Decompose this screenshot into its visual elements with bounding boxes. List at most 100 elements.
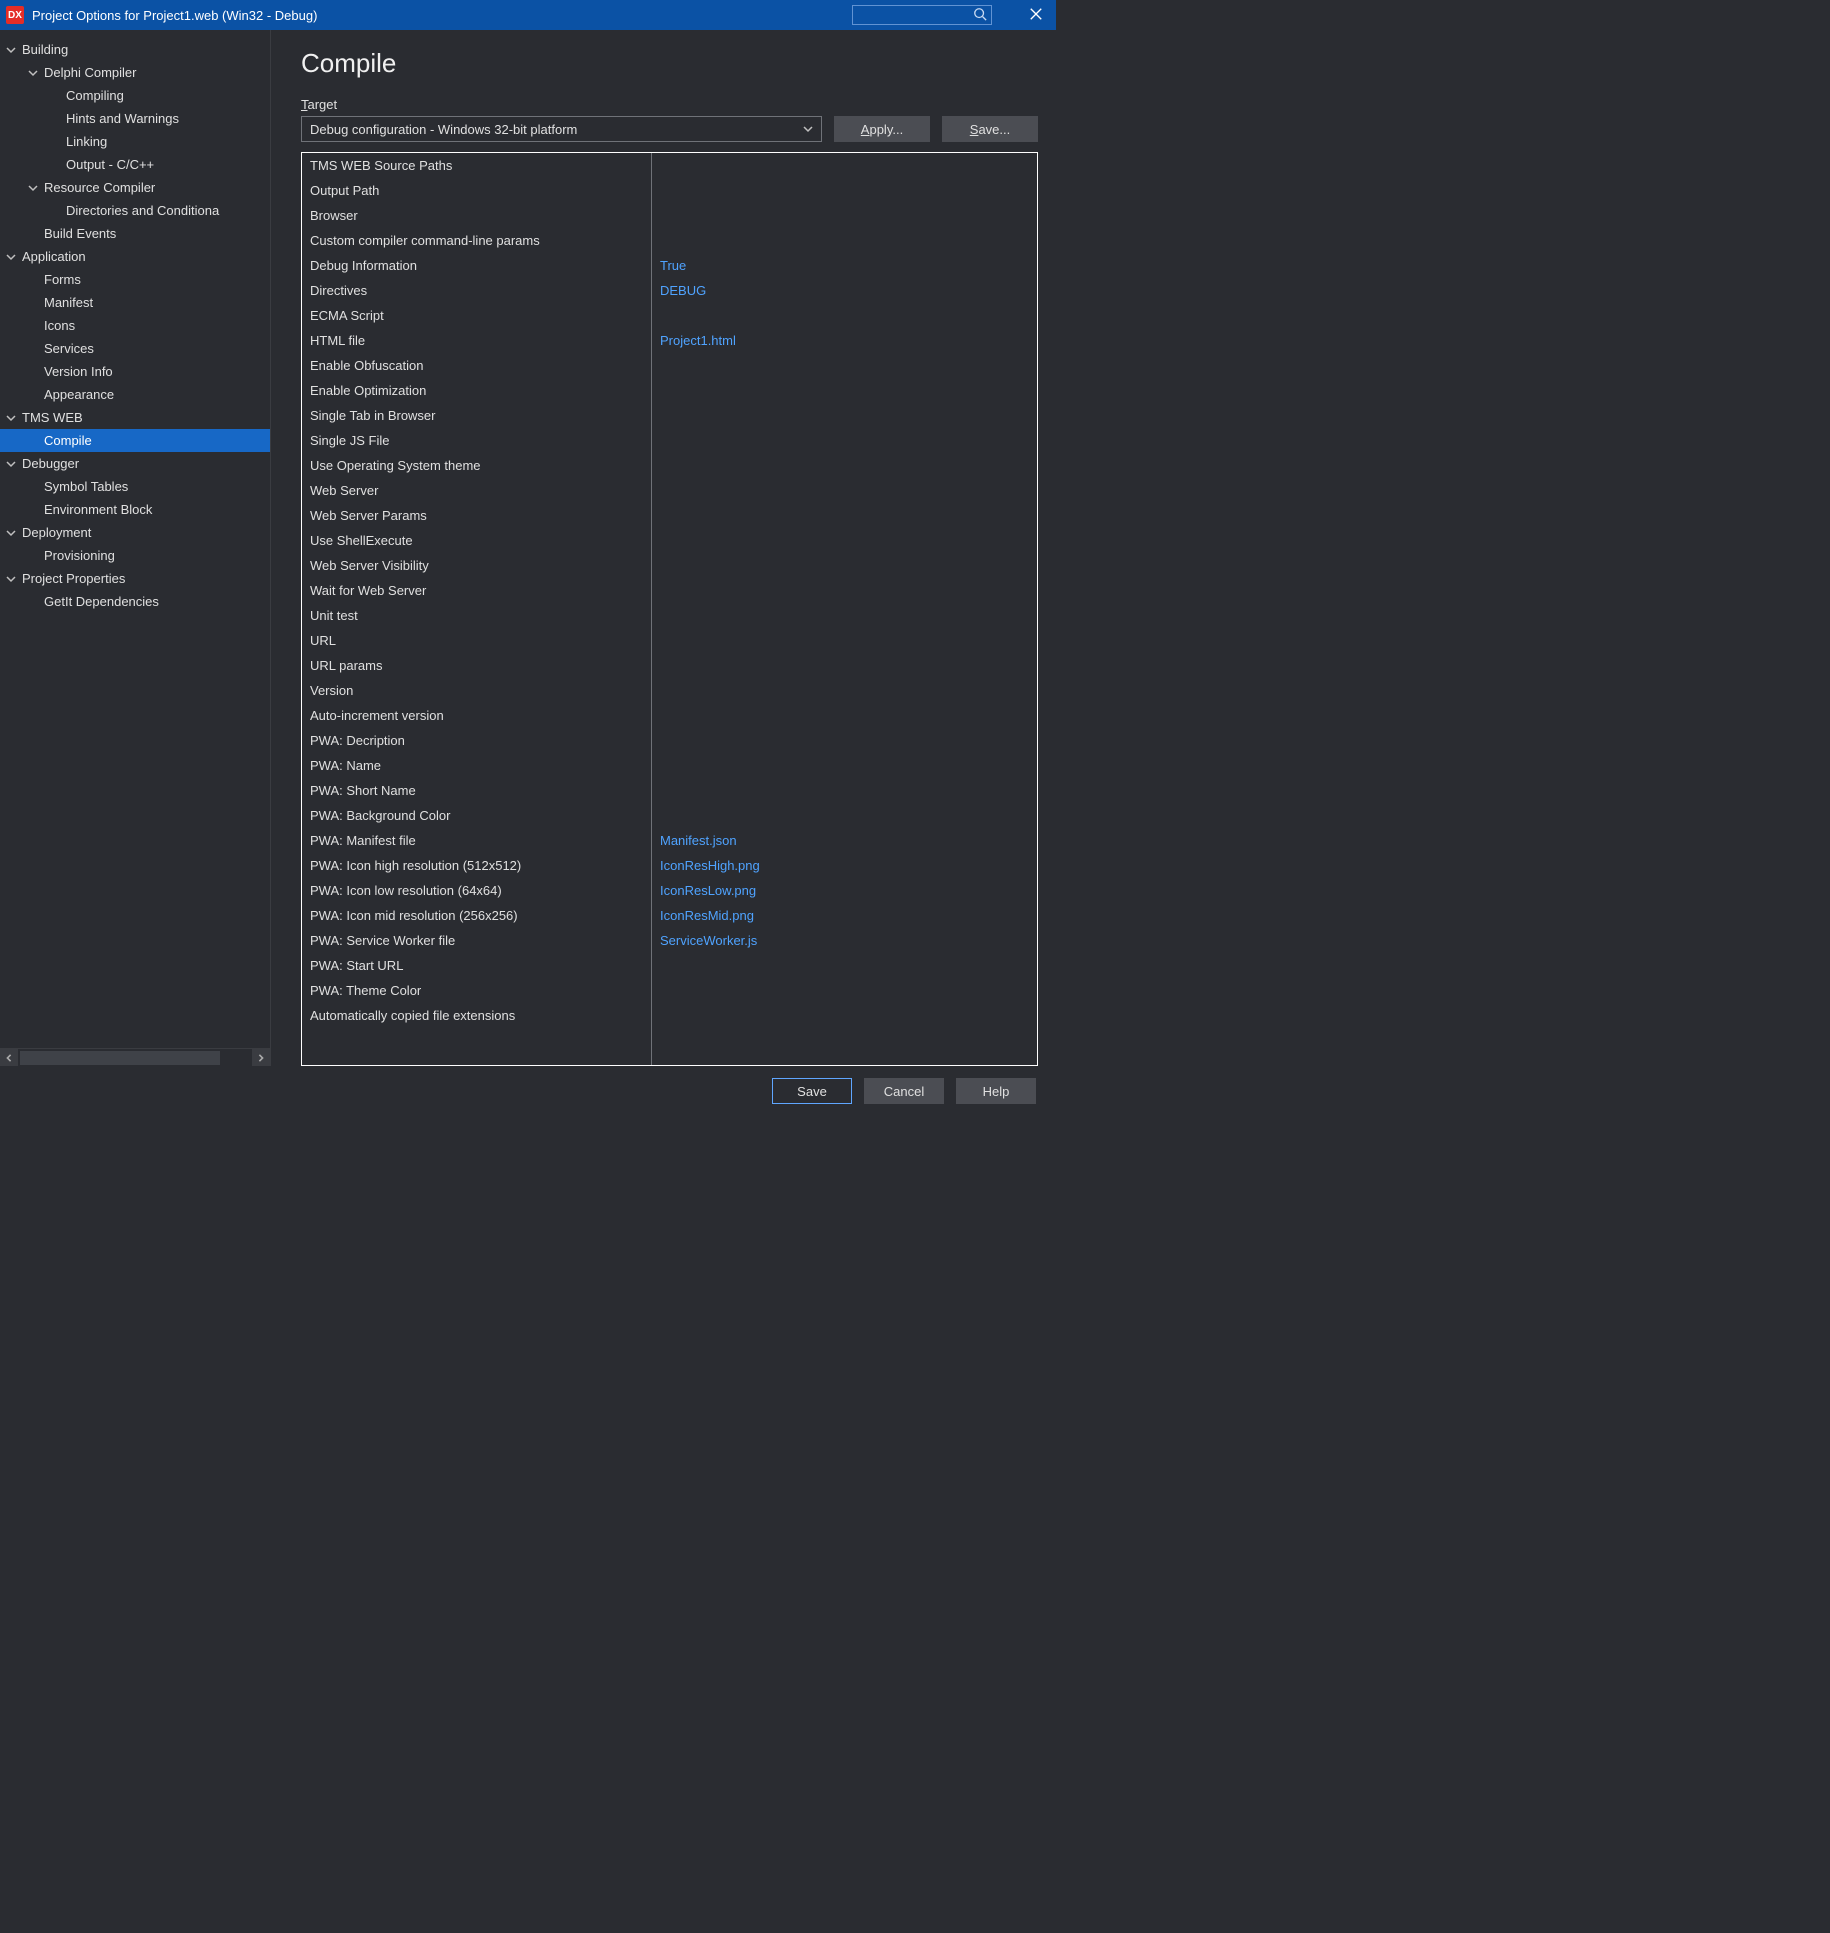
nav-item-building[interactable]: Building <box>0 38 270 61</box>
help-button[interactable]: Help <box>956 1078 1036 1104</box>
property-name[interactable]: Enable Obfuscation <box>302 353 651 378</box>
property-value[interactable]: IconResHigh.png <box>652 853 1037 878</box>
property-name[interactable]: PWA: Theme Color <box>302 978 651 1003</box>
property-value[interactable] <box>652 428 1037 453</box>
property-value[interactable] <box>652 803 1037 828</box>
nav-item-deployment[interactable]: Deployment <box>0 521 270 544</box>
property-name[interactable]: PWA: Name <box>302 753 651 778</box>
property-value[interactable] <box>652 478 1037 503</box>
property-value[interactable] <box>652 378 1037 403</box>
property-value[interactable]: True <box>652 253 1037 278</box>
property-name[interactable]: Web Server Visibility <box>302 553 651 578</box>
property-value[interactable]: IconResLow.png <box>652 878 1037 903</box>
property-value[interactable]: Manifest.json <box>652 828 1037 853</box>
scroll-right-icon[interactable] <box>252 1049 270 1067</box>
titlebar-search[interactable] <box>852 5 992 25</box>
nav-item-manifest[interactable]: Manifest <box>0 291 270 314</box>
property-name[interactable]: Use Operating System theme <box>302 453 651 478</box>
property-value[interactable] <box>652 153 1037 178</box>
property-value[interactable] <box>652 1003 1037 1028</box>
property-value[interactable] <box>652 578 1037 603</box>
property-name[interactable]: Single Tab in Browser <box>302 403 651 428</box>
property-value[interactable] <box>652 753 1037 778</box>
property-name[interactable]: Custom compiler command-line params <box>302 228 651 253</box>
property-value-text[interactable]: IconResMid.png <box>660 908 754 923</box>
property-value[interactable]: Project1.html <box>652 328 1037 353</box>
property-name[interactable]: PWA: Start URL <box>302 953 651 978</box>
property-value[interactable] <box>652 978 1037 1003</box>
save-preset-button[interactable]: Save... <box>942 116 1038 142</box>
apply-button[interactable]: Apply... <box>834 116 930 142</box>
property-name[interactable]: ECMA Script <box>302 303 651 328</box>
nav-item-application[interactable]: Application <box>0 245 270 268</box>
nav-item-linking[interactable]: Linking <box>0 130 270 153</box>
nav-item-hints-and-warnings[interactable]: Hints and Warnings <box>0 107 270 130</box>
property-value[interactable]: ServiceWorker.js <box>652 928 1037 953</box>
property-value[interactable] <box>652 403 1037 428</box>
property-value[interactable] <box>652 628 1037 653</box>
property-value[interactable] <box>652 178 1037 203</box>
nav-item-appearance[interactable]: Appearance <box>0 383 270 406</box>
property-value[interactable] <box>652 728 1037 753</box>
property-value-text[interactable]: True <box>660 258 686 273</box>
scroll-left-icon[interactable] <box>0 1049 18 1067</box>
nav-item-debugger[interactable]: Debugger <box>0 452 270 475</box>
property-name[interactable]: PWA: Background Color <box>302 803 651 828</box>
property-value[interactable] <box>652 203 1037 228</box>
property-value[interactable]: IconResMid.png <box>652 903 1037 928</box>
property-name[interactable]: Web Server Params <box>302 503 651 528</box>
property-name[interactable]: TMS WEB Source Paths <box>302 153 651 178</box>
nav-item-version-info[interactable]: Version Info <box>0 360 270 383</box>
property-value[interactable] <box>652 778 1037 803</box>
chevron-down-icon[interactable] <box>4 526 18 540</box>
property-name[interactable]: PWA: Short Name <box>302 778 651 803</box>
nav-item-resource-compiler[interactable]: Resource Compiler <box>0 176 270 199</box>
close-button[interactable] <box>1022 1 1050 29</box>
property-value-text[interactable]: DEBUG <box>660 283 706 298</box>
nav-item-compiling[interactable]: Compiling <box>0 84 270 107</box>
chevron-down-icon[interactable] <box>4 43 18 57</box>
property-name[interactable]: PWA: Icon high resolution (512x512) <box>302 853 651 878</box>
property-value[interactable] <box>652 353 1037 378</box>
property-name[interactable]: Browser <box>302 203 651 228</box>
nav-item-forms[interactable]: Forms <box>0 268 270 291</box>
property-value[interactable] <box>652 228 1037 253</box>
property-name[interactable]: Wait for Web Server <box>302 578 651 603</box>
nav-item-project-properties[interactable]: Project Properties <box>0 567 270 590</box>
property-name[interactable]: URL params <box>302 653 651 678</box>
property-name[interactable]: PWA: Manifest file <box>302 828 651 853</box>
property-name[interactable]: Automatically copied file extensions <box>302 1003 651 1028</box>
nav-item-symbol-tables[interactable]: Symbol Tables <box>0 475 270 498</box>
sidebar-horizontal-scrollbar[interactable] <box>0 1048 270 1066</box>
nav-item-output-c-c-[interactable]: Output - C/C++ <box>0 153 270 176</box>
property-name[interactable]: PWA: Icon low resolution (64x64) <box>302 878 651 903</box>
property-value[interactable] <box>652 453 1037 478</box>
property-name[interactable]: PWA: Icon mid resolution (256x256) <box>302 903 651 928</box>
property-name[interactable]: URL <box>302 628 651 653</box>
property-name[interactable]: Use ShellExecute <box>302 528 651 553</box>
nav-item-build-events[interactable]: Build Events <box>0 222 270 245</box>
chevron-down-icon[interactable] <box>4 457 18 471</box>
nav-item-services[interactable]: Services <box>0 337 270 360</box>
property-value[interactable] <box>652 503 1037 528</box>
property-value-text[interactable]: IconResHigh.png <box>660 858 760 873</box>
property-value[interactable] <box>652 678 1037 703</box>
property-value[interactable] <box>652 528 1037 553</box>
property-name[interactable]: Web Server <box>302 478 651 503</box>
nav-item-getit-dependencies[interactable]: GetIt Dependencies <box>0 590 270 613</box>
property-value[interactable] <box>652 603 1037 628</box>
nav-item-compile[interactable]: Compile <box>0 429 270 452</box>
chevron-down-icon[interactable] <box>4 572 18 586</box>
nav-item-directories-and-conditiona[interactable]: Directories and Conditiona <box>0 199 270 222</box>
nav-item-tms-web[interactable]: TMS WEB <box>0 406 270 429</box>
nav-item-delphi-compiler[interactable]: Delphi Compiler <box>0 61 270 84</box>
cancel-button[interactable]: Cancel <box>864 1078 944 1104</box>
property-name[interactable]: Auto-increment version <box>302 703 651 728</box>
chevron-down-icon[interactable] <box>4 411 18 425</box>
property-name[interactable]: Version <box>302 678 651 703</box>
scrollbar-thumb[interactable] <box>20 1051 220 1065</box>
nav-item-provisioning[interactable]: Provisioning <box>0 544 270 567</box>
property-value[interactable] <box>652 953 1037 978</box>
property-value[interactable] <box>652 703 1037 728</box>
chevron-down-icon[interactable] <box>26 66 40 80</box>
